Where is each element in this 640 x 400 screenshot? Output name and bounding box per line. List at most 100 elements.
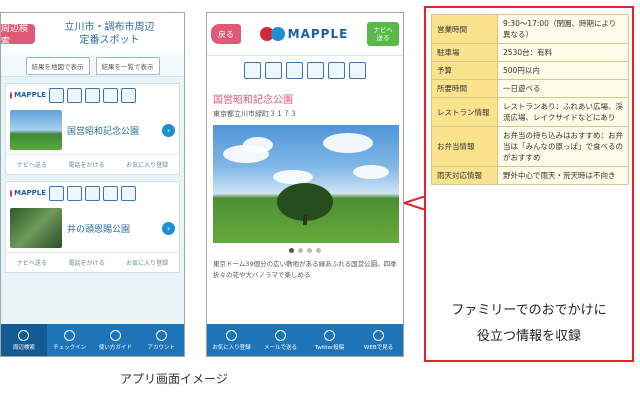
- tab-favorite[interactable]: お気に入り登録: [207, 324, 256, 356]
- category-icon: [349, 62, 366, 79]
- callout-pointer: [404, 196, 426, 210]
- table-row: 雨天対応情報 野外中心で雨天・荒天時は不向き: [431, 166, 629, 185]
- tab-email[interactable]: メールで送る: [256, 324, 305, 356]
- category-icon-row: [207, 55, 403, 85]
- header: 戻る MAPPLE ナビへ 送る: [207, 13, 403, 55]
- category-icon: [307, 62, 324, 79]
- card-actions: ナビへ送る 電話をかける お気に入り登録: [6, 154, 179, 174]
- tab-bar: お気に入り登録 メールで送る Twitter投稿 WEBで見る: [207, 324, 403, 356]
- spot-name[interactable]: 国営昭和記念公園: [67, 124, 157, 137]
- category-icon: [121, 87, 136, 103]
- tab-checkin[interactable]: チェックイン: [47, 324, 93, 356]
- carousel-indicator[interactable]: [213, 248, 397, 253]
- navi-send-button[interactable]: ナビへ送る: [17, 160, 47, 169]
- result-view-buttons: 結果を地図で表示 結果を一覧で表示: [1, 55, 184, 77]
- detail-content: 国営昭和記念公園 東京都立川市緑町３１７３ 東京ドーム39個分の広い敷地がある緑…: [207, 85, 403, 328]
- spot-thumbnail: [10, 110, 62, 150]
- show-list-button[interactable]: 結果を一覧で表示: [95, 56, 160, 75]
- category-icon: [265, 62, 282, 79]
- tab-web[interactable]: WEBで見る: [354, 324, 403, 356]
- row-value: 野外中心で雨天・荒天時は不向き: [497, 166, 629, 185]
- category-icon: [286, 62, 303, 79]
- person-icon: [155, 329, 167, 341]
- tab-label: Twitter投稿: [314, 344, 345, 351]
- table-row: 所要時間 一日遊べる: [431, 79, 629, 98]
- row-value: 500円以内: [497, 61, 629, 80]
- mail-icon: [275, 329, 286, 341]
- book-icon: [109, 329, 121, 341]
- category-icon: [121, 185, 136, 201]
- send-to-navi-button[interactable]: ナビへ 送る: [366, 22, 399, 46]
- tab-label: 周辺検索: [12, 344, 35, 351]
- caption-line-2: 役立つ情報を収録: [476, 329, 581, 344]
- globe-icon: [373, 329, 384, 341]
- search-nearby-button[interactable]: 周辺検索: [1, 24, 35, 47]
- category-icon: [328, 62, 345, 79]
- tab-label: メールで送る: [263, 344, 297, 351]
- row-label: 予算: [431, 61, 498, 80]
- tab-bar: 周辺検索 チェックイン 使い方ガイド アカウント: [1, 324, 184, 356]
- back-button[interactable]: 戻る: [211, 24, 241, 44]
- card-header: MAPPLE: [6, 182, 179, 204]
- table-row: お弁当情報 お弁当の持ち込みはおすすめ：お弁当は「みんなの原っぱ」で食べるのがおす…: [431, 126, 629, 167]
- tab-twitter[interactable]: Twitter投稿: [305, 324, 354, 356]
- tab-nearby-search[interactable]: 周辺検索: [1, 324, 47, 356]
- row-value: お弁当の持ち込みはおすすめ：お弁当は「みんなの原っぱ」で食べるのがおすすめ: [497, 126, 629, 167]
- call-button[interactable]: 電話をかける: [68, 258, 104, 267]
- tab-label: チェックイン: [53, 344, 87, 351]
- table-row: 営業時間 9:30～17:00（閉園、時期により異なる）: [431, 14, 629, 44]
- logo-text: MAPPLE: [287, 27, 349, 41]
- phone-screen-list: 周辺検索 立川市・調布市周辺 定番スポット 結果を地図で表示 結果を一覧で表示 …: [0, 12, 185, 357]
- title-line-2: 定番スポット: [79, 35, 140, 46]
- row-label: 所要時間: [431, 79, 498, 98]
- row-value: 9:30～17:00（閉園、時期により異なる）: [497, 14, 629, 44]
- tab-label: アカウント: [147, 344, 175, 351]
- tab-guide[interactable]: 使い方ガイド: [93, 324, 139, 356]
- table-row: 駐車場 2530台：有料: [431, 43, 629, 62]
- info-table: 営業時間 9:30～17:00（閉園、時期により異なる） 駐車場 2530台：有料 …: [431, 14, 629, 185]
- favorite-button[interactable]: お気に入り登録: [126, 258, 168, 267]
- image-caption: アプリ画面イメージ: [120, 372, 228, 386]
- card-body: 井の頭恩賜公園 ›: [6, 204, 179, 252]
- navi-label-2: 送る: [376, 34, 390, 42]
- category-icon: [103, 185, 118, 201]
- category-icon: [103, 87, 118, 103]
- spot-description: 東京ドーム39個分の広い敷地がある緑あふれる国営公園。四季折々の花や大バノラマで…: [213, 260, 397, 279]
- call-button[interactable]: 電話をかける: [68, 160, 104, 169]
- category-icon: [49, 87, 64, 103]
- row-label: 営業時間: [431, 14, 498, 44]
- spot-name[interactable]: 井の頭恩賜公園: [67, 222, 157, 235]
- category-icon: [49, 185, 64, 201]
- card-header: MAPPLE: [6, 84, 179, 106]
- row-label: お弁当情報: [431, 126, 498, 167]
- table-row: 予算 500円以内: [431, 61, 629, 80]
- category-icon: [244, 62, 261, 79]
- list-item[interactable]: MAPPLE 国営昭和記念公園 › ナビへ送る 電話をかける お気に入り登録: [5, 83, 180, 175]
- list-item[interactable]: MAPPLE 井の頭恩賜公園 › ナビへ送る 電話をかける お気に入り登録: [5, 181, 180, 273]
- row-value: 2530台：有料: [497, 43, 629, 62]
- tab-label: 使い方ガイド: [98, 344, 132, 351]
- navi-label-1: ナビへ: [373, 26, 393, 34]
- favorite-button[interactable]: お気に入り登録: [126, 160, 168, 169]
- spot-name: 国営昭和記念公園: [213, 95, 293, 106]
- category-icon: [85, 87, 100, 103]
- navi-send-button[interactable]: ナビへ送る: [17, 258, 47, 267]
- page-title: 立川市・調布市周辺 定番スポット: [35, 21, 184, 47]
- mapple-logo: MAPPLE: [10, 189, 46, 197]
- tab-label: お気に入り登録: [212, 344, 251, 351]
- row-label: レストラン情報: [431, 97, 498, 127]
- tab-label: WEBで見る: [363, 344, 394, 351]
- chevron-right-icon[interactable]: ›: [162, 221, 175, 235]
- checkin-icon: [64, 329, 76, 341]
- mapple-logo: MAPPLE: [259, 27, 349, 41]
- caption-line-1: ファミリーでのおでかけに: [451, 303, 607, 318]
- show-map-button[interactable]: 結果を地図で表示: [25, 56, 90, 75]
- spot-thumbnail: [10, 208, 62, 248]
- spot-photo[interactable]: [213, 125, 399, 243]
- header: 周辺検索 立川市・調布市周辺 定番スポット: [1, 13, 184, 55]
- card-body: 国営昭和記念公園 ›: [6, 106, 179, 154]
- mapple-logo: MAPPLE: [10, 91, 46, 99]
- search-icon: [18, 329, 30, 341]
- tab-account[interactable]: アカウント: [138, 324, 184, 356]
- chevron-right-icon[interactable]: ›: [162, 123, 175, 137]
